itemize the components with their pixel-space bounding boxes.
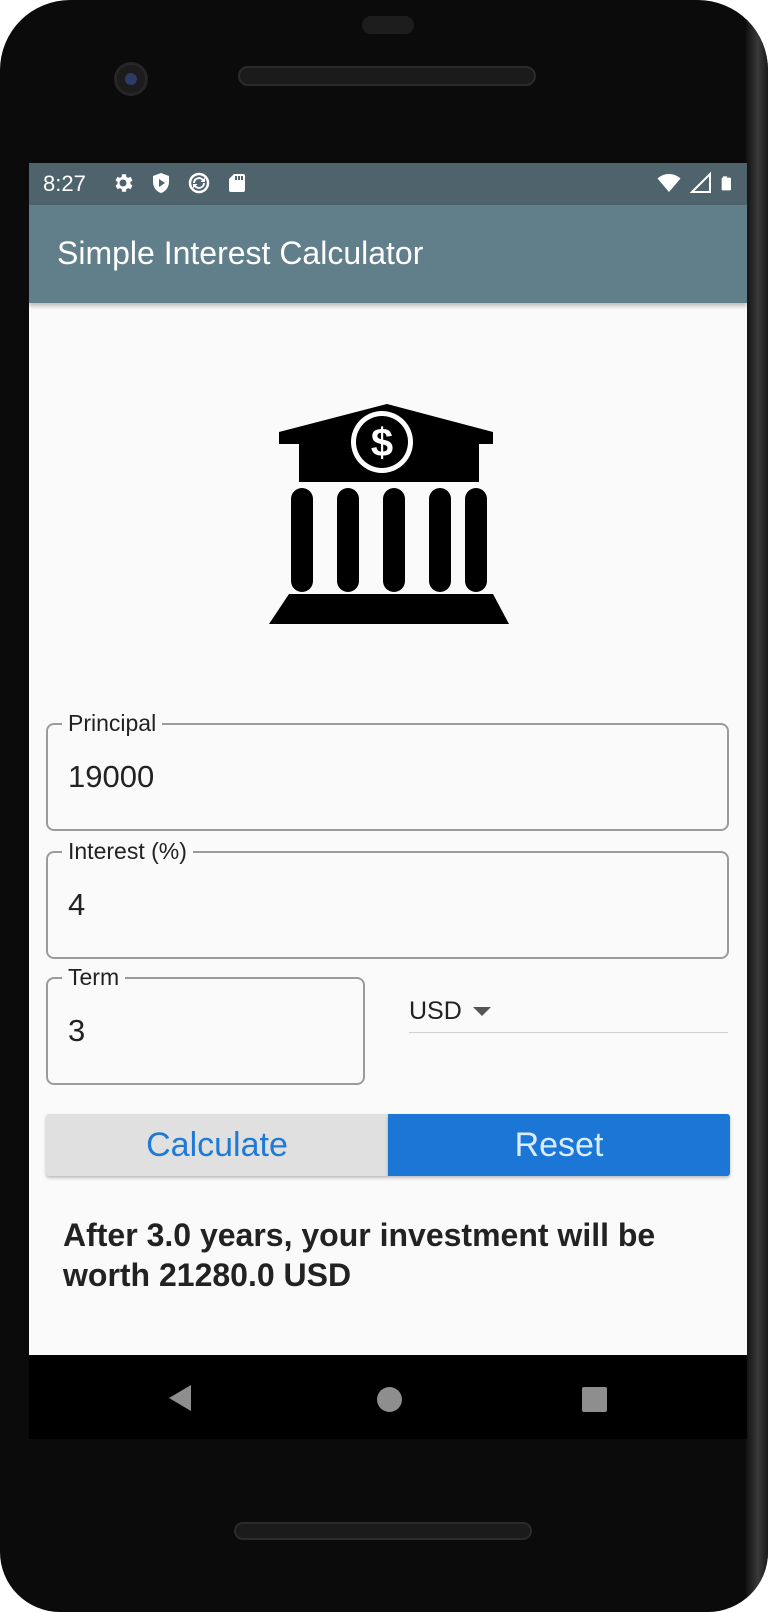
battery-icon — [721, 176, 731, 191]
wifi-icon — [657, 174, 681, 192]
principal-field[interactable]: Principal — [46, 710, 729, 831]
app-screen: 8:27 Simple Interest Calculator $ Princi… — [29, 163, 747, 1355]
app-title: Simple Interest Calculator — [57, 235, 424, 271]
home-icon[interactable] — [377, 1387, 402, 1412]
earpiece-speaker — [238, 66, 536, 86]
status-system-icons — [657, 171, 737, 195]
chevron-down-icon — [473, 1007, 491, 1016]
principal-label: Principal — [62, 710, 163, 737]
device-edge — [746, 0, 768, 1612]
currency-selected: USD — [409, 997, 462, 1025]
settings-icon — [115, 174, 133, 192]
device-frame: 8:27 Simple Interest Calculator $ Princi… — [0, 0, 768, 1612]
status-notification-icons — [111, 171, 249, 195]
navigation-bar — [29, 1355, 747, 1439]
sd-card-icon — [229, 174, 245, 192]
term-field[interactable]: Term — [46, 964, 365, 1085]
result-text: After 3.0 years, your investment will be… — [63, 1217, 656, 1293]
sync-icon — [188, 172, 210, 194]
status-bar: 8:27 — [29, 163, 747, 205]
device-notch — [362, 16, 414, 34]
signal-icon — [689, 171, 711, 193]
interest-label: Interest (%) — [62, 838, 193, 865]
status-time: 8:27 — [43, 171, 86, 196]
recents-icon[interactable] — [582, 1387, 607, 1412]
bank-icon: $ — [269, 404, 509, 624]
reset-button[interactable]: Reset — [388, 1114, 730, 1176]
term-input[interactable] — [68, 1013, 320, 1049]
bottom-speaker — [234, 1522, 532, 1540]
currency-dropdown[interactable]: USD — [409, 985, 728, 1033]
interest-input[interactable] — [68, 887, 612, 923]
app-bar: Simple Interest Calculator — [29, 205, 747, 303]
shield-icon — [153, 173, 169, 193]
front-camera — [114, 62, 148, 96]
svg-text:$: $ — [371, 421, 393, 465]
back-icon[interactable] — [169, 1385, 191, 1411]
calculate-button[interactable]: Calculate — [46, 1114, 388, 1176]
interest-field[interactable]: Interest (%) — [46, 838, 729, 959]
term-label: Term — [62, 964, 126, 991]
principal-input[interactable] — [68, 759, 612, 795]
